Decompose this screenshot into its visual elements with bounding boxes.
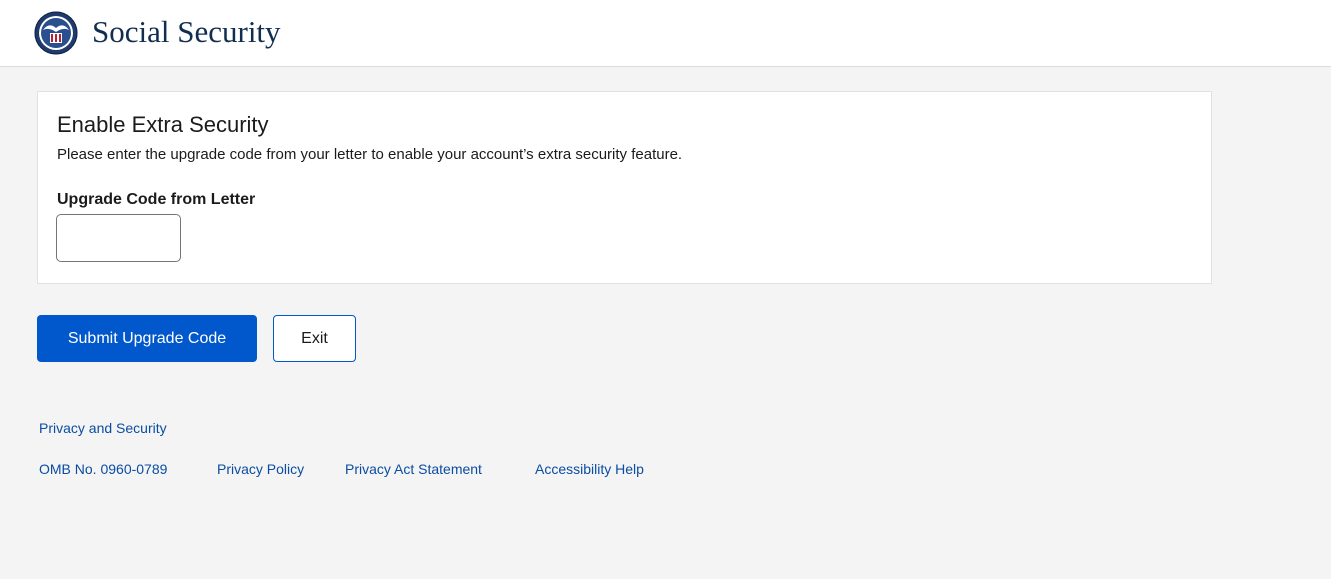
ssa-seal-icon[interactable] <box>34 11 78 55</box>
exit-button[interactable]: Exit <box>273 315 356 362</box>
card-title: Enable Extra Security <box>57 112 269 137</box>
enable-extra-security-card: Enable Extra Security Please enter the u… <box>37 91 1212 284</box>
card-description: Please enter the upgrade code from your … <box>57 146 683 163</box>
upgrade-code-label: Upgrade Code from Letter <box>57 191 256 208</box>
privacy-and-security-link[interactable]: Privacy and Security <box>39 419 167 437</box>
accessibility-help-link[interactable]: Accessibility Help <box>535 460 644 478</box>
submit-upgrade-code-button[interactable]: Submit Upgrade Code <box>37 315 257 362</box>
omb-number: OMB No. 0960-0789 <box>39 461 168 477</box>
site-header: Social Security <box>0 0 1331 67</box>
privacy-policy-link[interactable]: Privacy Policy <box>217 460 304 478</box>
upgrade-code-input[interactable] <box>56 214 181 262</box>
site-brand-title[interactable]: Social Security <box>92 12 281 52</box>
privacy-act-statement-link[interactable]: Privacy Act Statement <box>345 460 482 478</box>
